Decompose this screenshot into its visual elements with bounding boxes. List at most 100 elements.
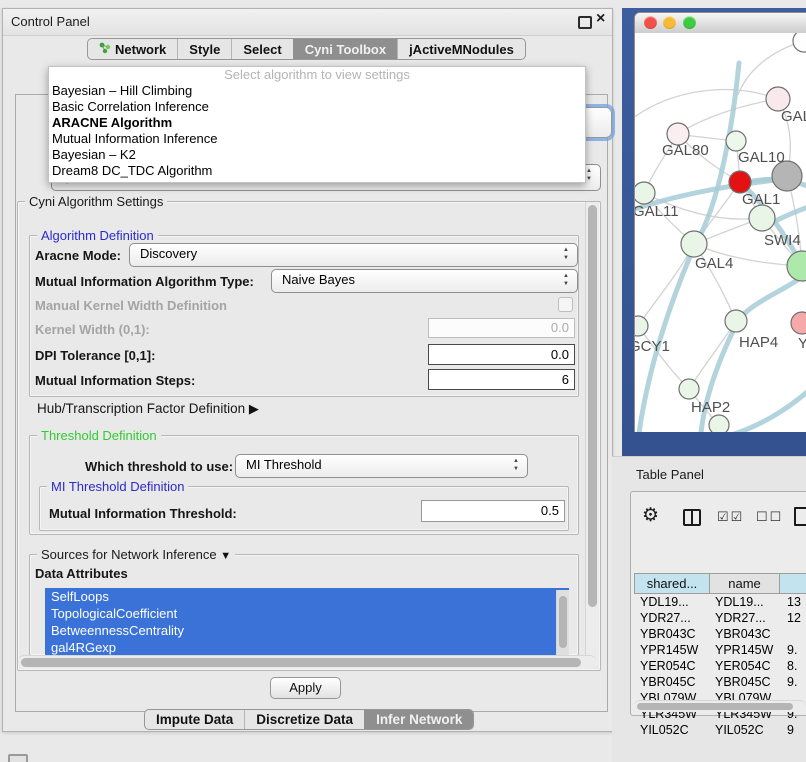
table-cell: [780, 626, 806, 642]
collapse-down-icon[interactable]: ▼: [220, 550, 231, 562]
screen: Control Panel × NetworkStyleSelectCyni T…: [0, 0, 806, 762]
tab-label: Style: [189, 42, 220, 57]
float-panel-icon[interactable]: [578, 16, 592, 29]
table-cell: YBR043C: [634, 626, 710, 642]
combo-spinner-icon: ▲▼: [512, 457, 520, 473]
network-node[interactable]: [793, 33, 806, 52]
attr-list-scroll-thumb[interactable]: [559, 596, 567, 648]
tab-jactivemnodules[interactable]: jActiveMNodules: [397, 39, 525, 59]
network-node[interactable]: [791, 312, 806, 334]
deselect-all-checks-icon[interactable]: ☐☐: [756, 509, 783, 525]
table-row[interactable]: YPR145WYPR145W9.: [634, 642, 806, 658]
network-graph: GALGAL80GAL10GAL1GAL11SWI4GAL4GCY1HAP4YH…: [635, 33, 806, 432]
tab-label: Discretize Data: [256, 712, 353, 727]
select-all-checks-icon[interactable]: ☑☑: [717, 509, 744, 525]
kernel-width-field[interactable]: 0.0: [428, 318, 575, 338]
mi-steps-field[interactable]: 6: [428, 369, 575, 390]
aracne-mode-combo[interactable]: Discovery ▲▼: [129, 243, 578, 267]
attribute-item-betweennesscentrality[interactable]: BetweennessCentrality: [45, 622, 569, 639]
which-threshold-combo[interactable]: MI Threshold ▲▼: [235, 454, 528, 478]
network-canvas[interactable]: GALGAL80GAL10GAL1GAL11SWI4GAL4GCY1HAP4YH…: [635, 33, 806, 432]
network-window-titlebar[interactable]: [635, 13, 806, 34]
close-panel-icon[interactable]: ×: [596, 10, 605, 28]
network-window: GALGAL80GAL10GAL1GAL11SWI4GAL4GCY1HAP4YH…: [634, 12, 806, 432]
network-node[interactable]: [749, 205, 775, 231]
column-header-shared[interactable]: shared...: [634, 573, 710, 594]
algorithm-option-bayesian-hill-climbing[interactable]: Bayesian – Hill Climbing: [49, 83, 585, 99]
table-row[interactable]: YBR045CYBR045C9.: [634, 674, 806, 690]
table-row[interactable]: YDR27...YDR27...12: [634, 610, 806, 626]
bottom-tab-impute-data[interactable]: Impute Data: [145, 710, 244, 729]
network-node[interactable]: [709, 415, 729, 432]
tab-label: Infer Network: [376, 712, 462, 727]
expand-right-icon[interactable]: ▶: [249, 401, 259, 416]
tab-cyni-toolbox[interactable]: Cyni Toolbox: [293, 39, 397, 59]
bottom-tab-infer-network[interactable]: Infer Network: [364, 710, 473, 729]
table-hscroll-thumb[interactable]: [637, 703, 793, 710]
table-row[interactable]: YDL19...YDL19...13: [634, 594, 806, 610]
mi-type-combo[interactable]: Naive Bayes ▲▼: [271, 269, 578, 293]
attribute-item-gal4rgexp[interactable]: gal4RGexp: [45, 639, 569, 656]
table-horizontal-scrollbar[interactable]: [634, 700, 806, 712]
manual-kernel-checkbox[interactable]: [558, 297, 573, 312]
window-minimize-button[interactable]: [663, 16, 676, 29]
tab-label: Impute Data: [156, 712, 233, 727]
settings-horizontal-scrollbar[interactable]: [18, 655, 596, 669]
table-rows: YDL19...YDL19...13YDR27...YDR27...12YBR0…: [634, 594, 806, 734]
algorithm-option-dream8-dc-tdc-algorithm[interactable]: Dream8 DC_TDC Algorithm: [49, 163, 585, 179]
table-row[interactable]: YER054CYER054C8.: [634, 658, 806, 674]
control-panel-window: Control Panel × NetworkStyleSelectCyni T…: [2, 8, 613, 732]
tab-label: Network: [115, 42, 166, 57]
apply-button[interactable]: Apply: [270, 677, 341, 699]
network-node[interactable]: [729, 171, 751, 193]
algorithm-option-aracne-algorithm[interactable]: ARACNE Algorithm: [49, 115, 585, 131]
window-close-button[interactable]: [644, 16, 657, 29]
table-cell: YBR045C: [634, 674, 710, 690]
network-node[interactable]: [726, 131, 746, 151]
attr-list-scrollbar[interactable]: [556, 590, 569, 655]
toolbox-tab-bar: Network Style SelectCyni ToolboxjActiveMNo…: [87, 38, 526, 60]
split-columns-icon[interactable]: [683, 509, 701, 526]
node-label-gal1: GAL1: [742, 191, 780, 208]
attribute-item-selfloops[interactable]: SelfLoops: [45, 588, 569, 605]
settings-vertical-scrollbar[interactable]: [585, 202, 599, 666]
network-icon: [99, 41, 111, 57]
new-table-icon[interactable]: [794, 507, 806, 526]
mi-threshold-field[interactable]: 0.5: [421, 500, 565, 522]
network-edge[interactable]: [635, 90, 778, 121]
table-cell: YDL19...: [710, 594, 780, 610]
gear-icon[interactable]: ⚙: [642, 506, 659, 525]
tab-network[interactable]: Network: [88, 39, 177, 59]
algorithm-option-basic-correlation-inference[interactable]: Basic Correlation Inference: [49, 99, 585, 115]
bottom-tab-discretize-data[interactable]: Discretize Data: [244, 710, 364, 729]
table-cell: YER054C: [634, 658, 710, 674]
network-node[interactable]: [679, 379, 699, 399]
tab-style[interactable]: Style: [177, 39, 231, 59]
table-row[interactable]: YIL052CYIL052C9: [634, 722, 806, 734]
table-row[interactable]: YBR043CYBR043C: [634, 626, 806, 642]
tab-select[interactable]: Select: [231, 39, 292, 59]
table-cell: YBR043C: [710, 626, 780, 642]
network-edge-highlighted[interactable]: [731, 385, 806, 432]
network-node[interactable]: [635, 316, 648, 336]
network-node[interactable]: [635, 182, 655, 204]
settings-vscroll-thumb[interactable]: [588, 205, 597, 607]
attribute-item-topologicalcoefficient[interactable]: TopologicalCoefficient: [45, 605, 569, 622]
settings-group-title: Cyni Algorithm Settings: [25, 194, 167, 209]
network-node[interactable]: [787, 251, 806, 281]
algorithm-option-mutual-information-inference[interactable]: Mutual Information Inference: [49, 131, 585, 147]
dropdown-placeholder: Select algorithm to view settings: [49, 67, 585, 83]
dpi-tolerance-field[interactable]: 0.0: [428, 344, 575, 365]
minimized-panel-icon[interactable]: [8, 754, 28, 762]
algorithm-option-bayesian-k2[interactable]: Bayesian – K2: [49, 147, 585, 163]
network-node[interactable]: [725, 310, 747, 332]
hub-section-label[interactable]: Hub/Transcription Factor Definition ▶: [37, 401, 259, 416]
table-panel-title: Table Panel: [636, 467, 704, 482]
column-header-extra[interactable]: [780, 573, 806, 594]
settings-hscroll-thumb[interactable]: [21, 658, 581, 667]
bottom-tab-bar: Impute Data Discretize Data Infer Network: [144, 709, 474, 730]
network-node[interactable]: [681, 231, 707, 257]
column-header-name[interactable]: name: [710, 573, 780, 594]
network-edge[interactable]: [738, 41, 804, 95]
window-zoom-button[interactable]: [683, 16, 696, 29]
